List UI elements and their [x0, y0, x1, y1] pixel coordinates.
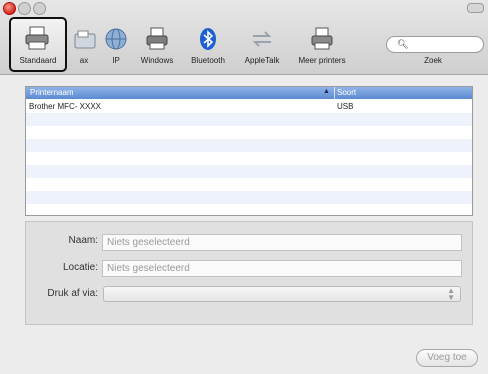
windows-printer-icon: [146, 27, 168, 50]
fax-icon: [74, 30, 96, 49]
toolbar-label-appletalk[interactable]: AppleTalk: [245, 56, 280, 65]
table-row[interactable]: Brother MFC- XXXX USB: [26, 100, 472, 113]
appletalk-icon: [252, 31, 272, 47]
empty-row: [26, 165, 472, 178]
printer-details-form: Naam: Niets geselecteerd Locatie: Niets …: [25, 221, 473, 325]
toolbar-toggle-button[interactable]: [467, 3, 484, 13]
empty-row: [26, 126, 472, 139]
toolbar: Standaard ax IP Windows Bluetooth AppleT…: [0, 0, 488, 75]
column-header-soort[interactable]: Soort: [337, 88, 356, 97]
toolbar-label-fax[interactable]: ax: [80, 56, 88, 65]
naam-label: Naam:: [68, 235, 98, 246]
add-printer-button[interactable]: Voeg toe: [416, 349, 478, 367]
toolbar-label-standaard: Standaard: [19, 56, 57, 65]
printer-browser-window: Standaard ax IP Windows Bluetooth AppleT…: [0, 0, 488, 374]
toolbar-label-ip[interactable]: IP: [112, 56, 120, 65]
column-divider[interactable]: [334, 87, 335, 99]
search-label: Zoek: [424, 56, 442, 65]
druk-af-via-select[interactable]: ▲ ▼: [103, 286, 461, 302]
empty-row: [26, 152, 472, 165]
empty-row: [26, 113, 472, 126]
sort-ascending-icon: ▲: [323, 88, 330, 95]
search-input[interactable]: 🔍︎: [386, 36, 484, 53]
bluetooth-icon: [200, 28, 216, 50]
empty-row: [26, 139, 472, 152]
list-header: Printernaam ▲ Soort: [26, 87, 472, 99]
printer-list: Printernaam ▲ Soort Brother MFC- XXXX US…: [25, 86, 473, 216]
column-header-printernaam[interactable]: Printernaam: [30, 88, 74, 97]
printer-icon: [311, 27, 333, 50]
empty-row: [26, 191, 472, 204]
toolbar-label-meer-printers[interactable]: Meer printers: [298, 56, 345, 65]
empty-row: [26, 204, 472, 215]
minimize-window-button[interactable]: [18, 2, 31, 15]
druk-af-via-label: Druk af via:: [47, 288, 98, 299]
locatie-label: Locatie:: [62, 262, 98, 273]
toolbar-label-bluetooth[interactable]: Bluetooth: [191, 56, 225, 65]
stepper-arrows-icon: ▲ ▼: [447, 286, 455, 302]
printer-type-cell: USB: [337, 102, 354, 111]
printer-name-cell: Brother MFC- XXXX: [29, 102, 102, 111]
search-icon: 🔍︎: [397, 39, 409, 49]
locatie-field[interactable]: Niets geselecteerd: [102, 260, 462, 277]
printer-icon: [25, 26, 49, 50]
toolbar-label-windows[interactable]: Windows: [141, 56, 173, 65]
naam-field[interactable]: Niets geselecteerd: [102, 234, 462, 251]
close-window-button[interactable]: [3, 2, 16, 15]
zoom-window-button[interactable]: [33, 2, 46, 15]
globe-icon: [105, 28, 127, 50]
empty-row: [26, 178, 472, 191]
